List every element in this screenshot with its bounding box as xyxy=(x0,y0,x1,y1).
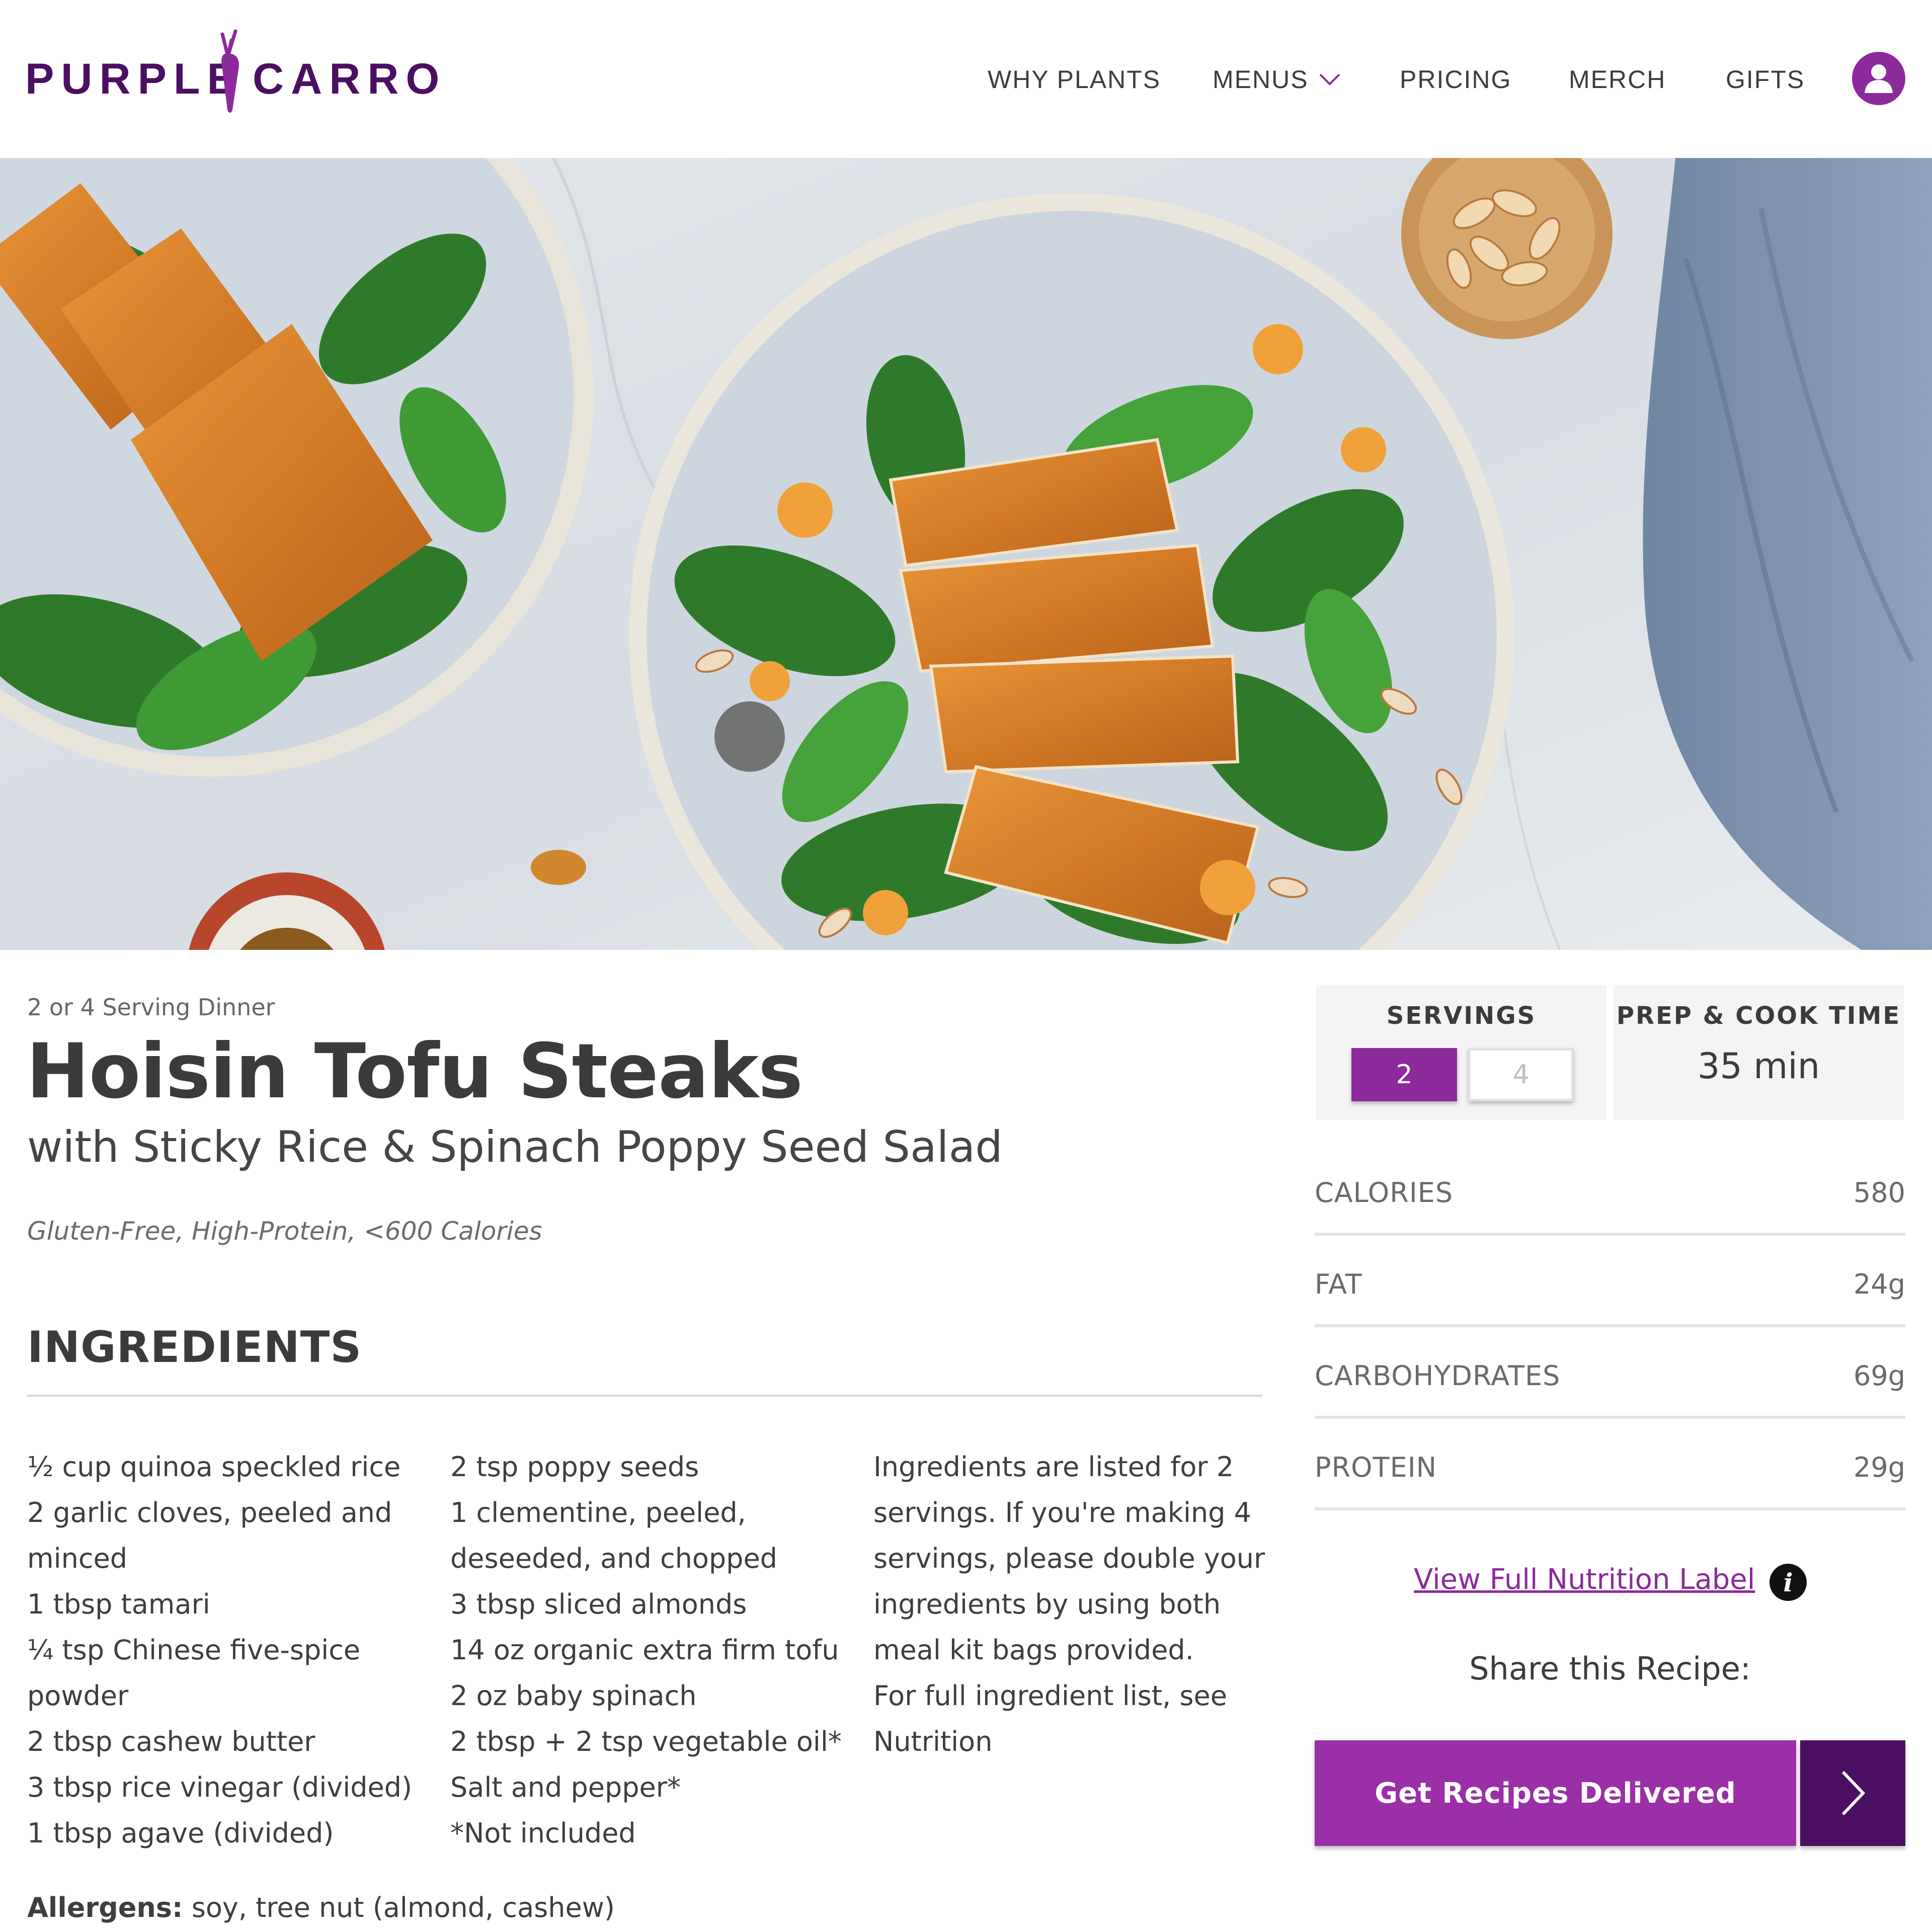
nav-merch-label: MERCH xyxy=(1569,65,1666,94)
nav-menus[interactable]: MENUS xyxy=(1213,63,1341,96)
user-icon xyxy=(1865,64,1893,93)
servings-selector: SERVINGS 2 4 xyxy=(1316,985,1606,1120)
nav-pricing[interactable]: PRICING xyxy=(1400,63,1511,96)
nutrition-label: CALORIES xyxy=(1315,1177,1454,1209)
servings-label: SERVINGS xyxy=(1386,1002,1537,1030)
chevron-right-icon xyxy=(1841,1770,1865,1816)
nav-pricing-label: PRICING xyxy=(1400,65,1512,94)
ingredient-line: 2 tbsp cashew butter xyxy=(27,1726,315,1757)
ingredients-column-1: ½ cup quinoa speckled rice 2 garlic clov… xyxy=(27,1444,430,1856)
logo-word-right: CARROT xyxy=(253,55,443,103)
share-recipe-label: Share this Recipe: xyxy=(1469,1650,1751,1687)
ingredients-divider xyxy=(27,1395,1262,1397)
ingredient-line: 1 tbsp tamari xyxy=(27,1588,210,1620)
chevron-down-icon xyxy=(1319,73,1340,86)
ingredient-line: 2 tsp poppy seeds xyxy=(450,1451,699,1483)
nav-why-plants-label: WHY PLANTS xyxy=(988,65,1161,94)
ingredient-line: 2 oz baby spinach xyxy=(450,1680,697,1712)
ingredient-line: 14 oz organic extra firm tofu xyxy=(450,1634,839,1666)
note-line: For full ingredient list, see xyxy=(873,1680,1227,1712)
ingredient-line: 3 tbsp sliced almonds xyxy=(450,1588,747,1620)
nutrition-value: 24g xyxy=(1854,1268,1905,1300)
note-line: ingredients by using both xyxy=(873,1588,1221,1620)
note-line: meal kit bags provided. xyxy=(873,1634,1194,1666)
ingredient-line: Salt and pepper* xyxy=(450,1772,681,1803)
account-button[interactable] xyxy=(1852,52,1905,105)
allergens: Allergens: soy, tree nut (almond, cashew… xyxy=(27,1892,615,1923)
nutrition-row-protein: PROTEIN 29g xyxy=(1315,1420,1905,1510)
ingredient-line: 2 tbsp + 2 tsp vegetable oil* xyxy=(450,1726,842,1757)
servings-option-4[interactable]: 4 xyxy=(1468,1048,1574,1101)
nutrition-label: FAT xyxy=(1315,1268,1362,1300)
ingredient-line: 2 garlic cloves, peeled and xyxy=(27,1497,392,1528)
nutrition-row-carbohydrates: CARBOHYDRATES 69g xyxy=(1315,1328,1905,1419)
ingredient-line: minced xyxy=(27,1543,128,1574)
ingredient-line: 1 tbsp agave (divided) xyxy=(27,1817,334,1849)
allergens-label: Allergens: xyxy=(27,1892,183,1923)
site-header: PURPLE CARROT WHY PLANTS MENUS PRICING M… xyxy=(0,0,1932,158)
nutrition-label: PROTEIN xyxy=(1315,1452,1437,1483)
nutrition-label: CARBOHYDRATES xyxy=(1315,1360,1561,1392)
prep-time-box: PREP & COOK TIME 35 min xyxy=(1614,985,1904,1120)
prep-time-label: PREP & COOK TIME xyxy=(1616,1002,1901,1030)
nav-merch[interactable]: MERCH xyxy=(1569,63,1666,96)
nav-menus-label: MENUS xyxy=(1213,65,1309,94)
note-line: servings. If you're making 4 xyxy=(873,1497,1252,1528)
recipe-tags: Gluten-Free, High-Protein, <600 Calories xyxy=(27,1217,542,1246)
nutrition-row-fat: FAT 24g xyxy=(1315,1237,1905,1327)
ingredients-heading: INGREDIENTS xyxy=(27,1322,362,1373)
purple-carrot-logo[interactable]: PURPLE CARROT xyxy=(25,29,443,115)
logo-word-left: PURPLE xyxy=(25,55,243,103)
serving-type: 2 or 4 Serving Dinner xyxy=(27,994,275,1021)
ingredients-note: Ingredients are listed for 2 servings. I… xyxy=(873,1444,1266,1764)
recipe-title: Hoisin Tofu Steaks xyxy=(26,1028,803,1115)
cta-arrow-button[interactable] xyxy=(1800,1740,1905,1846)
servings-option-2[interactable]: 2 xyxy=(1351,1048,1457,1101)
hero-food-photo xyxy=(0,158,1932,950)
nav-why-plants[interactable]: WHY PLANTS xyxy=(988,63,1161,96)
note-line: Nutrition xyxy=(873,1726,993,1757)
recipe-subtitle: with Sticky Rice & Spinach Poppy Seed Sa… xyxy=(27,1122,1003,1172)
info-icon[interactable]: i xyxy=(1769,1564,1807,1601)
ingredient-line: 1 clementine, peeled, xyxy=(450,1497,746,1528)
ingredient-line: 3 tbsp rice vinegar (divided) xyxy=(27,1772,413,1803)
allergens-list: soy, tree nut (almond, cashew) xyxy=(183,1892,615,1923)
get-recipes-delivered-button[interactable]: Get Recipes Delivered xyxy=(1315,1740,1796,1846)
note-line: Ingredients are listed for 2 xyxy=(873,1451,1234,1483)
nav-gifts[interactable]: GIFTS xyxy=(1726,63,1805,96)
nutrition-value: 69g xyxy=(1854,1360,1905,1392)
prep-time-value: 35 min xyxy=(1697,1045,1820,1087)
ingredient-line: deseeded, and chopped xyxy=(450,1543,777,1574)
ingredient-line: ¼ tsp Chinese five-spice xyxy=(27,1634,361,1666)
ingredient-line: *Not included xyxy=(450,1817,636,1849)
note-line: servings, please double your xyxy=(873,1543,1265,1574)
nutrition-value: 29g xyxy=(1854,1452,1905,1483)
ingredients-column-2: 2 tsp poppy seeds 1 clementine, peeled, … xyxy=(450,1444,853,1856)
nav-gifts-label: GIFTS xyxy=(1726,65,1805,94)
view-nutrition-label-link[interactable]: View Full Nutrition Label xyxy=(1414,1563,1755,1596)
ingredient-line: powder xyxy=(27,1680,129,1712)
nutrition-value: 580 xyxy=(1853,1177,1905,1209)
nutrition-row-calories: CALORIES 580 xyxy=(1315,1145,1905,1236)
ingredient-line: ½ cup quinoa speckled rice xyxy=(27,1451,401,1483)
